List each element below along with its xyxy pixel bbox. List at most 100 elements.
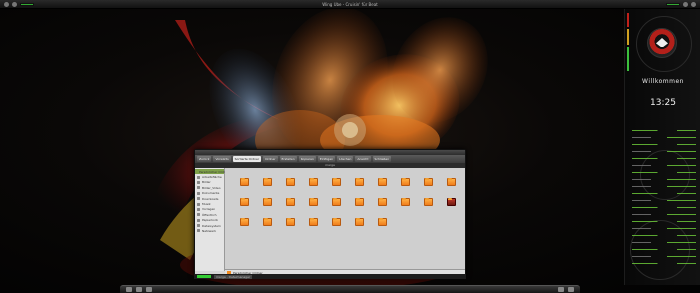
folder-item[interactable] — [417, 177, 439, 193]
view-button[interactable]: Ansicht — [355, 156, 371, 162]
folder-icon — [377, 177, 387, 186]
folder-icon — [239, 217, 249, 226]
folder-item[interactable] — [348, 217, 370, 233]
places-icon[interactable] — [12, 1, 17, 7]
paste-button[interactable]: Einfügen — [317, 156, 336, 162]
folder-item[interactable] — [394, 177, 416, 193]
settings-icon[interactable] — [558, 287, 564, 292]
folder-item[interactable] — [325, 197, 347, 213]
forward-button[interactable]: Vorwärts — [213, 156, 231, 162]
folder-icon — [239, 177, 249, 186]
folder-item[interactable] — [348, 197, 370, 213]
folder-item[interactable] — [256, 217, 278, 233]
downloads-icon — [197, 197, 200, 201]
network-icon — [197, 229, 200, 233]
folder-item[interactable] — [325, 217, 347, 233]
folder-icon — [285, 217, 295, 226]
pictures-icon — [197, 180, 200, 184]
folder-button[interactable]: Ordner — [263, 156, 278, 162]
folder-icon — [308, 177, 318, 186]
folder-icon — [262, 217, 272, 226]
folder-item[interactable] — [302, 197, 324, 213]
folder-icon — [377, 217, 387, 226]
documents-icon — [197, 191, 200, 195]
create-button[interactable]: Erstellen — [279, 156, 297, 162]
folder-item[interactable] — [348, 177, 370, 193]
level-bar — [627, 29, 629, 45]
folder-icon — [331, 177, 341, 186]
folder-item[interactable] — [279, 217, 301, 233]
level-bar — [627, 47, 629, 71]
folder-icon — [400, 177, 410, 186]
file-view[interactable] — [225, 168, 465, 271]
folder-item[interactable] — [302, 177, 324, 193]
folder-item[interactable] — [279, 197, 301, 213]
folder-icon — [308, 197, 318, 206]
videos-icon — [197, 186, 200, 190]
folder-item[interactable] — [256, 197, 278, 213]
places-sidebar: Persönlicher Ordner Arbeitsfläche Bilder… — [195, 168, 229, 271]
distro-logo-icon — [647, 28, 677, 58]
music-icon — [197, 202, 200, 206]
bottom-dock — [120, 285, 580, 293]
desktop-icon — [197, 175, 200, 179]
file-manager-window[interactable]: Zurück Vorwärts Sortierte Ordner Ordner … — [194, 149, 466, 277]
folder-item[interactable] — [279, 177, 301, 193]
folder-icon — [354, 217, 364, 226]
file-manager-toolbar: Zurück Vorwärts Sortierte Ordner Ordner … — [195, 155, 465, 163]
folder-icon — [331, 197, 341, 206]
delete-button[interactable]: Löschen — [337, 156, 354, 162]
close-button[interactable]: Schließen — [372, 156, 392, 162]
folder-item[interactable] — [302, 217, 324, 233]
volume-icon[interactable] — [683, 1, 688, 7]
folder-icon — [308, 217, 318, 226]
terminal-icon[interactable] — [136, 287, 142, 292]
menu-icon[interactable] — [4, 1, 9, 7]
folder-item[interactable] — [325, 177, 347, 193]
taskbar-item-file-manager[interactable]: marga - Dateimanager — [214, 274, 253, 279]
folder-item[interactable] — [394, 197, 416, 213]
folder-icon — [423, 197, 433, 206]
trash-icon[interactable] — [568, 287, 574, 292]
application-icon — [446, 197, 456, 206]
folder-item[interactable] — [371, 197, 393, 213]
sidebar-item-network[interactable]: Netzwerk — [195, 228, 224, 233]
copy-button[interactable]: Kopieren — [298, 156, 316, 162]
folder-item[interactable] — [233, 197, 255, 213]
back-button[interactable]: Zurück — [197, 156, 212, 162]
folder-icon — [354, 177, 364, 186]
folder-icon — [262, 177, 272, 186]
browser-icon[interactable] — [146, 287, 152, 292]
folder-item[interactable] — [233, 177, 255, 193]
workspace-indicator[interactable] — [197, 275, 211, 278]
power-icon[interactable] — [691, 1, 696, 7]
app-launcher-icon[interactable] — [126, 287, 132, 292]
folder-item[interactable] — [417, 197, 439, 213]
folder-icon — [331, 217, 341, 226]
welcome-text: Willkommen — [642, 78, 684, 85]
top-panel: Wing Ube - Cruisin' für Beat — [0, 0, 700, 9]
clock: 13:25 — [650, 98, 676, 108]
system-stats — [632, 130, 696, 270]
cpu-meter — [20, 2, 34, 6]
folder-icon — [446, 177, 456, 186]
taskbar: marga - Dateimanager — [194, 274, 466, 279]
folder-icon — [262, 197, 272, 206]
folder-icon — [285, 177, 295, 186]
folder-item[interactable] — [440, 177, 462, 193]
folder-item[interactable] — [371, 217, 393, 233]
folder-icon — [285, 197, 295, 206]
trash-icon — [197, 218, 200, 222]
folder-item[interactable] — [256, 177, 278, 193]
sidebar-item-home[interactable]: Persönlicher Ordner — [195, 169, 229, 175]
folder-icon — [423, 177, 433, 186]
sorted-folders-button[interactable]: Sortierte Ordner — [232, 156, 262, 162]
folder-icon — [377, 197, 387, 206]
level-bars — [627, 13, 633, 73]
folder-item[interactable] — [371, 177, 393, 193]
level-bar — [627, 13, 629, 27]
folder-item[interactable] — [233, 217, 255, 233]
app-item[interactable] — [440, 197, 462, 213]
folder-icon — [239, 197, 249, 206]
folder-icon — [354, 197, 364, 206]
